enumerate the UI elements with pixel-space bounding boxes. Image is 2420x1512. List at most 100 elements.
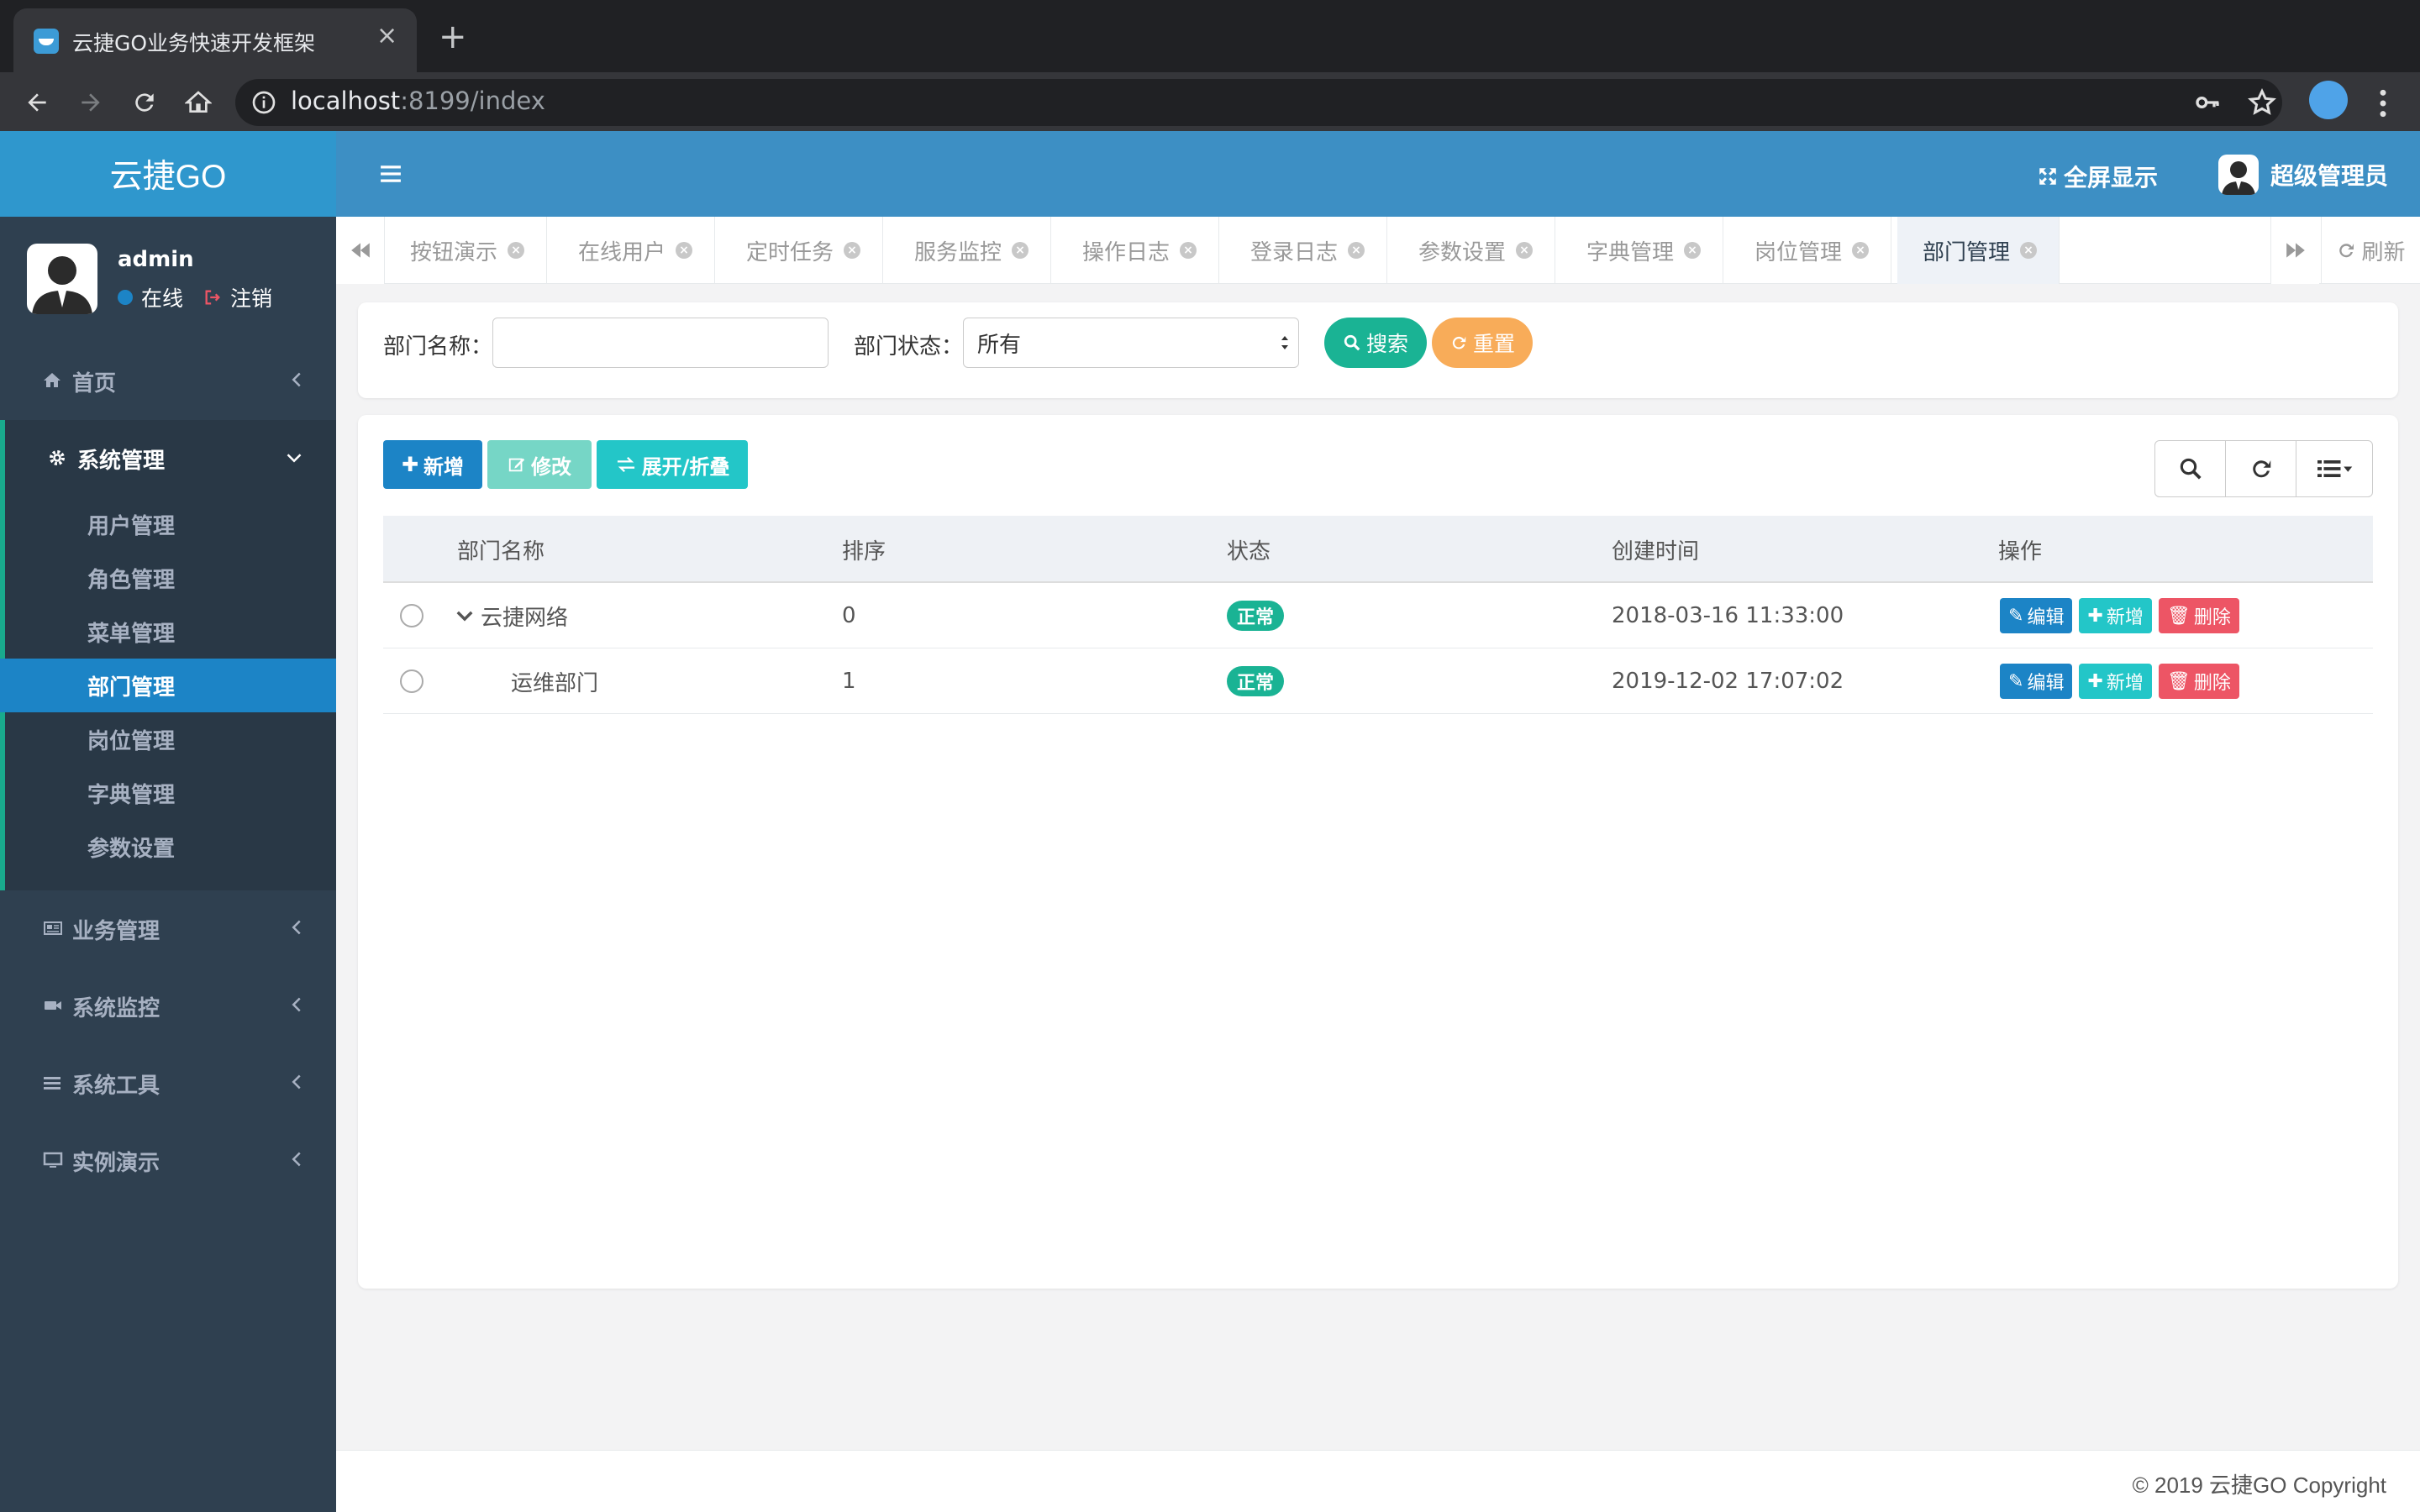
close-icon[interactable]: × <box>676 242 693 259</box>
table-header <box>383 516 2373 583</box>
sidebar-item-label: 系统管理 <box>77 448 166 474</box>
row-radio[interactable] <box>400 583 424 648</box>
tab-params[interactable]: 参数设置 × <box>1393 217 1556 284</box>
forward-icon[interactable] <box>71 82 111 123</box>
search-button-label: 搜索 <box>1365 332 1408 356</box>
expand-collapse-button[interactable]: 展开/折叠 <box>597 440 748 489</box>
url-text[interactable]: localhost:8199/index <box>291 87 545 115</box>
app-logo[interactable]: 云捷GO <box>0 131 336 217</box>
chevron-down-icon[interactable] <box>455 609 474 622</box>
bookmark-star-icon[interactable] <box>2247 87 2277 118</box>
column-header-name[interactable]: 部门名称 <box>457 516 544 583</box>
close-icon[interactable]: × <box>2020 242 2038 259</box>
reload-icon[interactable] <box>124 82 165 123</box>
close-icon[interactable]: × <box>844 242 861 259</box>
forward-icon <box>2286 243 2305 258</box>
close-icon[interactable]: × <box>508 242 525 259</box>
sidebar-subitem-departments[interactable]: 部门管理 <box>0 659 336 712</box>
tab-label: 岗位管理 <box>1754 239 1843 265</box>
sidebar-subitem-posts[interactable]: 岗位管理 <box>0 712 336 766</box>
edit-button[interactable]: 修改 <box>487 440 592 489</box>
tab-login-log[interactable]: 登录日志 × <box>1225 217 1388 284</box>
column-header-order[interactable]: 排序 <box>842 516 886 583</box>
sidebar-item-business[interactable]: 业务管理 <box>0 890 336 968</box>
key-icon[interactable] <box>2193 89 2222 116</box>
extension-icon[interactable] <box>2309 81 2348 119</box>
user-menu[interactable]: 超级管理员 <box>2218 155 2388 195</box>
table-search-button[interactable] <box>2155 441 2226 496</box>
row-delete-button[interactable]: 🗑 删除 <box>2158 664 2239 699</box>
expand-collapse-label: 展开/折叠 <box>641 454 730 479</box>
browser-menu-icon[interactable] <box>2378 87 2388 119</box>
tab-dicts[interactable]: 字典管理 × <box>1561 217 1724 284</box>
row-edit-button[interactable]: ✎ 编辑 <box>2000 664 2073 699</box>
tab-departments[interactable]: 部门管理 × <box>1897 217 2060 284</box>
tabs-scroll-left-button[interactable] <box>336 217 385 284</box>
sidebar-item-system[interactable]: 系统管理 <box>0 420 336 497</box>
edit-icon: ✎ <box>2008 670 2024 692</box>
reset-button[interactable]: 重置 <box>1432 318 1533 368</box>
logout-icon[interactable] <box>203 288 222 307</box>
fullscreen-button[interactable]: 全屏显示 <box>2037 160 2158 193</box>
row-add-label: 新增 <box>2106 673 2144 694</box>
info-icon[interactable] <box>250 89 277 116</box>
column-header-status[interactable]: 状态 <box>1227 516 1270 583</box>
sidebar-item-tools[interactable]: 系统工具 <box>0 1045 336 1122</box>
sidebar-item-demo[interactable]: 实例演示 <box>0 1122 336 1200</box>
close-tab-icon[interactable]: × <box>376 24 397 49</box>
user-name: 超级管理员 <box>2270 162 2389 190</box>
close-icon[interactable]: × <box>1180 242 1197 259</box>
browser-tab-title: 云捷GO业务快速开发框架 <box>72 31 316 55</box>
row-radio[interactable] <box>400 648 424 714</box>
sidebar-subitem-params[interactable]: 参数设置 <box>0 820 336 874</box>
online-dot-icon <box>118 290 133 305</box>
tab-posts[interactable]: 岗位管理 × <box>1729 217 1892 284</box>
row-add-button[interactable]: ✚ 新增 <box>2079 598 2152 633</box>
tab-operation-log[interactable]: 操作日志 × <box>1057 217 1220 284</box>
tab-button-demo[interactable]: 按钮演示 × <box>385 217 548 284</box>
sidebar-item-home[interactable]: 首页 <box>0 343 336 420</box>
sidebar-subitem-dicts[interactable]: 字典管理 <box>0 766 336 820</box>
close-icon[interactable]: × <box>1012 242 1029 259</box>
sidebar-subitem-menus[interactable]: 菜单管理 <box>0 605 336 659</box>
row-add-button[interactable]: ✚ 新增 <box>2079 664 2152 699</box>
close-icon[interactable]: × <box>1684 242 1702 259</box>
sidebar-subitem-users[interactable]: 用户管理 <box>0 497 336 551</box>
logout-link[interactable]: 注销 <box>230 282 272 312</box>
row-edit-button[interactable]: ✎ 编辑 <box>2000 598 2073 633</box>
search-icon <box>2180 458 2202 480</box>
plus-icon: ✚ <box>401 453 419 476</box>
add-button[interactable]: ✚ 新增 <box>383 440 482 489</box>
home-icon[interactable] <box>178 82 218 123</box>
close-icon[interactable]: × <box>1516 242 1534 259</box>
add-button-label: 新增 <box>424 454 465 479</box>
refresh-tab-button[interactable]: 刷新 <box>2321 217 2420 284</box>
tabs-scroll-right-button[interactable] <box>2270 217 2319 284</box>
table-refresh-button[interactable] <box>2226 441 2296 496</box>
dept-name-input[interactable] <box>492 318 829 368</box>
status-cell: 正常 <box>1227 648 1285 714</box>
new-tab-icon[interactable]: + <box>439 20 467 54</box>
back-icon[interactable] <box>17 82 57 123</box>
search-button[interactable]: 搜索 <box>1324 318 1427 368</box>
chevron-left-icon <box>292 997 301 1012</box>
sidebar-subitem-roles[interactable]: 角色管理 <box>0 551 336 605</box>
trash-icon: 🗑 <box>2166 605 2191 627</box>
sidebar-item-monitor[interactable]: 系统监控 <box>0 968 336 1045</box>
column-header-created[interactable]: 创建时间 <box>1612 516 1699 583</box>
tab-online-users[interactable]: 在线用户 × <box>553 217 716 284</box>
status-badge: 正常 <box>1227 666 1285 696</box>
table-columns-button[interactable] <box>2296 441 2372 496</box>
close-icon[interactable]: × <box>1348 242 1365 259</box>
tab-scheduled-tasks[interactable]: 定时任务 × <box>721 217 884 284</box>
row-delete-button[interactable]: 🗑 删除 <box>2158 598 2239 633</box>
close-icon[interactable]: × <box>1852 242 1870 259</box>
tab-server-monitor[interactable]: 服务监控 × <box>889 217 1052 284</box>
backward-icon <box>350 243 370 258</box>
column-header-actions: 操作 <box>1998 538 2043 564</box>
fullscreen-label: 全屏显示 <box>2064 164 2159 192</box>
status-badge: 正常 <box>1227 601 1285 631</box>
hamburger-menu-icon[interactable] <box>380 163 402 185</box>
refresh-label: 刷新 <box>2361 239 2406 265</box>
dept-status-select[interactable]: 所有 <box>963 318 1299 368</box>
